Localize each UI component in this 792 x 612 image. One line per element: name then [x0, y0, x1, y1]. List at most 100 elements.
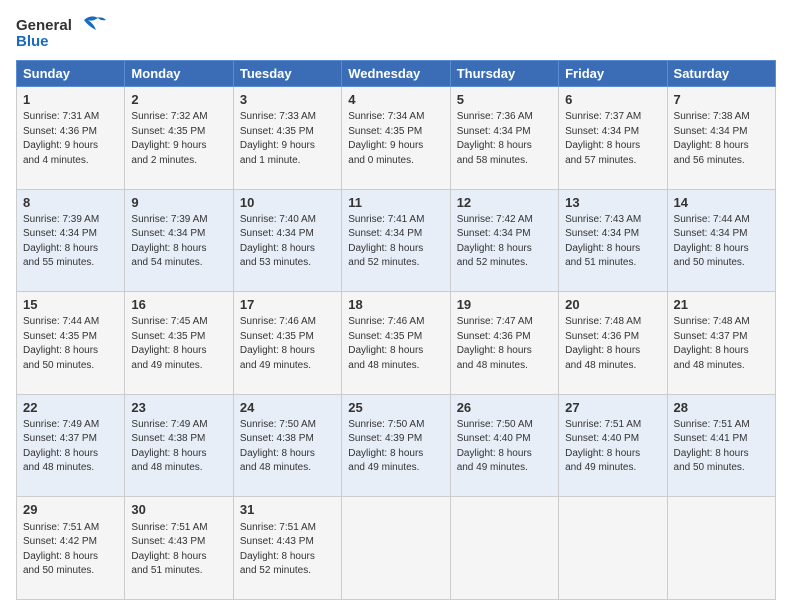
table-cell: 1Sunrise: 7:31 AMSunset: 4:36 PMDaylight…	[17, 87, 125, 190]
day-number: 6	[565, 91, 660, 109]
cell-content: Sunrise: 7:46 AMSunset: 4:35 PMDaylight:…	[348, 315, 443, 373]
day-number: 21	[674, 296, 769, 314]
table-cell: 28Sunrise: 7:51 AMSunset: 4:41 PMDayligh…	[667, 394, 775, 497]
day-number: 8	[23, 194, 118, 212]
table-cell: 12Sunrise: 7:42 AMSunset: 4:34 PMDayligh…	[450, 189, 558, 292]
cell-content: Sunrise: 7:48 AMSunset: 4:36 PMDaylight:…	[565, 315, 660, 373]
cell-content: Sunrise: 7:43 AMSunset: 4:34 PMDaylight:…	[565, 213, 660, 271]
day-number: 13	[565, 194, 660, 212]
table-cell: 15Sunrise: 7:44 AMSunset: 4:35 PMDayligh…	[17, 292, 125, 395]
table-cell: 5Sunrise: 7:36 AMSunset: 4:34 PMDaylight…	[450, 87, 558, 190]
cell-content: Sunrise: 7:46 AMSunset: 4:35 PMDaylight:…	[240, 315, 335, 373]
week-row: 8Sunrise: 7:39 AMSunset: 4:34 PMDaylight…	[17, 189, 776, 292]
day-number: 15	[23, 296, 118, 314]
day-number: 10	[240, 194, 335, 212]
week-row: 22Sunrise: 7:49 AMSunset: 4:37 PMDayligh…	[17, 394, 776, 497]
table-cell: 26Sunrise: 7:50 AMSunset: 4:40 PMDayligh…	[450, 394, 558, 497]
table-cell: 7Sunrise: 7:38 AMSunset: 4:34 PMDaylight…	[667, 87, 775, 190]
table-cell: 22Sunrise: 7:49 AMSunset: 4:37 PMDayligh…	[17, 394, 125, 497]
cell-content: Sunrise: 7:51 AMSunset: 4:40 PMDaylight:…	[565, 418, 660, 476]
table-cell: 3Sunrise: 7:33 AMSunset: 4:35 PMDaylight…	[233, 87, 341, 190]
cell-content: Sunrise: 7:40 AMSunset: 4:34 PMDaylight:…	[240, 213, 335, 271]
day-number: 17	[240, 296, 335, 314]
cell-content: Sunrise: 7:45 AMSunset: 4:35 PMDaylight:…	[131, 315, 226, 373]
day-number: 7	[674, 91, 769, 109]
cell-content: Sunrise: 7:41 AMSunset: 4:34 PMDaylight:…	[348, 213, 443, 271]
day-number: 20	[565, 296, 660, 314]
table-cell: 23Sunrise: 7:49 AMSunset: 4:38 PMDayligh…	[125, 394, 233, 497]
cell-content: Sunrise: 7:33 AMSunset: 4:35 PMDaylight:…	[240, 110, 335, 168]
cell-content: Sunrise: 7:51 AMSunset: 4:41 PMDaylight:…	[674, 418, 769, 476]
logo-svg: General Blue	[16, 12, 106, 52]
table-cell: 31Sunrise: 7:51 AMSunset: 4:43 PMDayligh…	[233, 497, 341, 600]
day-number: 9	[131, 194, 226, 212]
table-cell	[342, 497, 450, 600]
table-cell: 29 Sunrise: 7:51 AMSunset: 4:42 PMDayligh…	[17, 497, 125, 600]
table-cell	[450, 497, 558, 600]
day-number: 28	[674, 399, 769, 417]
week-row: 1Sunrise: 7:31 AMSunset: 4:36 PMDaylight…	[17, 87, 776, 190]
col-wednesday: Wednesday	[342, 61, 450, 87]
col-monday: Monday	[125, 61, 233, 87]
cell-content: Sunrise: 7:37 AMSunset: 4:34 PMDaylight:…	[565, 110, 660, 168]
day-number: 25	[348, 399, 443, 417]
day-number: 24	[240, 399, 335, 417]
cell-content: Sunrise: 7:39 AMSunset: 4:34 PMDaylight:…	[23, 213, 118, 271]
cell-content: Sunrise: 7:50 AMSunset: 4:40 PMDaylight:…	[457, 418, 552, 476]
week-row: 29 Sunrise: 7:51 AMSunset: 4:42 PMDayligh…	[17, 497, 776, 600]
day-number: 5	[457, 91, 552, 109]
day-number: 14	[674, 194, 769, 212]
cell-content: Sunrise: 7:44 AMSunset: 4:34 PMDaylight:…	[674, 213, 769, 271]
header: General Blue	[16, 12, 776, 52]
table-cell: 13Sunrise: 7:43 AMSunset: 4:34 PMDayligh…	[559, 189, 667, 292]
cell-content: Sunrise: 7:34 AMSunset: 4:35 PMDaylight:…	[348, 110, 443, 168]
cell-content: Sunrise: 7:51 AMSunset: 4:42 PMDaylight:…	[23, 521, 118, 579]
day-number: 16	[131, 296, 226, 314]
table-cell: 27Sunrise: 7:51 AMSunset: 4:40 PMDayligh…	[559, 394, 667, 497]
day-number: 31	[240, 501, 335, 519]
day-number: 11	[348, 194, 443, 212]
table-cell: 16Sunrise: 7:45 AMSunset: 4:35 PMDayligh…	[125, 292, 233, 395]
cell-content: Sunrise: 7:48 AMSunset: 4:37 PMDaylight:…	[674, 315, 769, 373]
header-row: Sunday Monday Tuesday Wednesday Thursday…	[17, 61, 776, 87]
col-tuesday: Tuesday	[233, 61, 341, 87]
logo: General Blue	[16, 12, 106, 52]
day-number: 22	[23, 399, 118, 417]
table-cell	[559, 497, 667, 600]
cell-content: Sunrise: 7:50 AMSunset: 4:38 PMDaylight:…	[240, 418, 335, 476]
cell-content: Sunrise: 7:44 AMSunset: 4:35 PMDaylight:…	[23, 315, 118, 373]
day-number: 19	[457, 296, 552, 314]
cell-content: Sunrise: 7:42 AMSunset: 4:34 PMDaylight:…	[457, 213, 552, 271]
table-cell	[667, 497, 775, 600]
table-cell: 8Sunrise: 7:39 AMSunset: 4:34 PMDaylight…	[17, 189, 125, 292]
table-cell: 4Sunrise: 7:34 AMSunset: 4:35 PMDaylight…	[342, 87, 450, 190]
svg-text:General: General	[16, 17, 72, 34]
day-number: 23	[131, 399, 226, 417]
day-number: 27	[565, 399, 660, 417]
day-number: 3	[240, 91, 335, 109]
svg-text:Blue: Blue	[16, 33, 49, 50]
table-cell: 10Sunrise: 7:40 AMSunset: 4:34 PMDayligh…	[233, 189, 341, 292]
table-cell: 17Sunrise: 7:46 AMSunset: 4:35 PMDayligh…	[233, 292, 341, 395]
cell-content: Sunrise: 7:47 AMSunset: 4:36 PMDaylight:…	[457, 315, 552, 373]
cell-content: Sunrise: 7:49 AMSunset: 4:38 PMDaylight:…	[131, 418, 226, 476]
table-cell: 14Sunrise: 7:44 AMSunset: 4:34 PMDayligh…	[667, 189, 775, 292]
col-sunday: Sunday	[17, 61, 125, 87]
cell-content: Sunrise: 7:38 AMSunset: 4:34 PMDaylight:…	[674, 110, 769, 168]
cell-content: Sunrise: 7:36 AMSunset: 4:34 PMDaylight:…	[457, 110, 552, 168]
day-number: 29	[23, 501, 118, 519]
table-cell: 20Sunrise: 7:48 AMSunset: 4:36 PMDayligh…	[559, 292, 667, 395]
table-cell: 21Sunrise: 7:48 AMSunset: 4:37 PMDayligh…	[667, 292, 775, 395]
table-cell: 30Sunrise: 7:51 AMSunset: 4:43 PMDayligh…	[125, 497, 233, 600]
page: General Blue Sunday Monday Tuesday Wedne…	[0, 0, 792, 612]
table-cell: 9Sunrise: 7:39 AMSunset: 4:34 PMDaylight…	[125, 189, 233, 292]
cell-content: Sunrise: 7:39 AMSunset: 4:34 PMDaylight:…	[131, 213, 226, 271]
calendar-table: Sunday Monday Tuesday Wednesday Thursday…	[16, 60, 776, 600]
day-number: 12	[457, 194, 552, 212]
table-cell: 6Sunrise: 7:37 AMSunset: 4:34 PMDaylight…	[559, 87, 667, 190]
table-cell: 19Sunrise: 7:47 AMSunset: 4:36 PMDayligh…	[450, 292, 558, 395]
day-number: 2	[131, 91, 226, 109]
cell-content: Sunrise: 7:51 AMSunset: 4:43 PMDaylight:…	[131, 521, 226, 579]
cell-content: Sunrise: 7:50 AMSunset: 4:39 PMDaylight:…	[348, 418, 443, 476]
table-cell: 2Sunrise: 7:32 AMSunset: 4:35 PMDaylight…	[125, 87, 233, 190]
